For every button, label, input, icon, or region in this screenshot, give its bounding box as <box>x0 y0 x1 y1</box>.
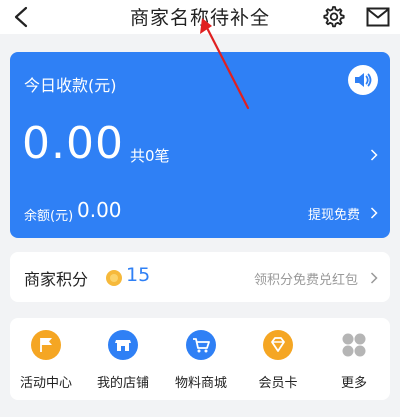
flag-icon <box>31 330 61 360</box>
diamond-icon <box>263 330 293 360</box>
grid-item-more[interactable]: 更多 <box>318 330 390 394</box>
grid-label: 活动中心 <box>19 376 72 391</box>
income-title: 今日收款(元) <box>24 76 117 95</box>
balance-value: 0.00 <box>77 198 122 222</box>
points-value: 15 <box>126 264 151 286</box>
points-label: 商家积分 <box>24 270 89 289</box>
grid-label: 会员卡 <box>258 376 298 391</box>
feature-grid: 活动中心 我的店铺 物料商城 会员卡 更多 <box>10 318 390 400</box>
mail-icon[interactable] <box>366 7 390 27</box>
grid-item-material-mall[interactable]: 物料商城 <box>165 330 237 394</box>
store-icon <box>108 330 138 360</box>
grid-label: 更多 <box>340 376 367 391</box>
grid-item-activity-center[interactable]: 活动中心 <box>10 330 82 394</box>
more-icon <box>339 330 369 360</box>
speaker-button[interactable] <box>348 65 378 95</box>
grid-item-my-store[interactable]: 我的店铺 <box>87 330 159 394</box>
cart-icon <box>186 330 216 360</box>
income-amount: 0.00 <box>22 118 124 169</box>
chevron-right-icon[interactable] <box>370 207 378 219</box>
speaker-icon <box>355 73 372 87</box>
balance-label: 余额(元) <box>24 209 74 224</box>
grid-item-member-card[interactable]: 会员卡 <box>242 330 314 394</box>
withdraw-link[interactable]: 提现免费 <box>308 204 360 223</box>
grid-label: 物料商城 <box>174 376 227 391</box>
chevron-right-icon[interactable] <box>370 149 378 161</box>
gear-icon[interactable] <box>322 5 346 29</box>
points-link[interactable]: 领积分免费兑红包 <box>254 269 358 288</box>
chevron-right-icon[interactable] <box>370 272 378 284</box>
income-count: 共0笔 <box>130 147 170 165</box>
grid-label: 我的店铺 <box>96 376 149 391</box>
coin-icon <box>106 270 122 286</box>
points-card[interactable]: 商家积分 15 领积分免费兑红包 <box>10 252 390 302</box>
annotation-arrow-icon <box>200 18 250 110</box>
